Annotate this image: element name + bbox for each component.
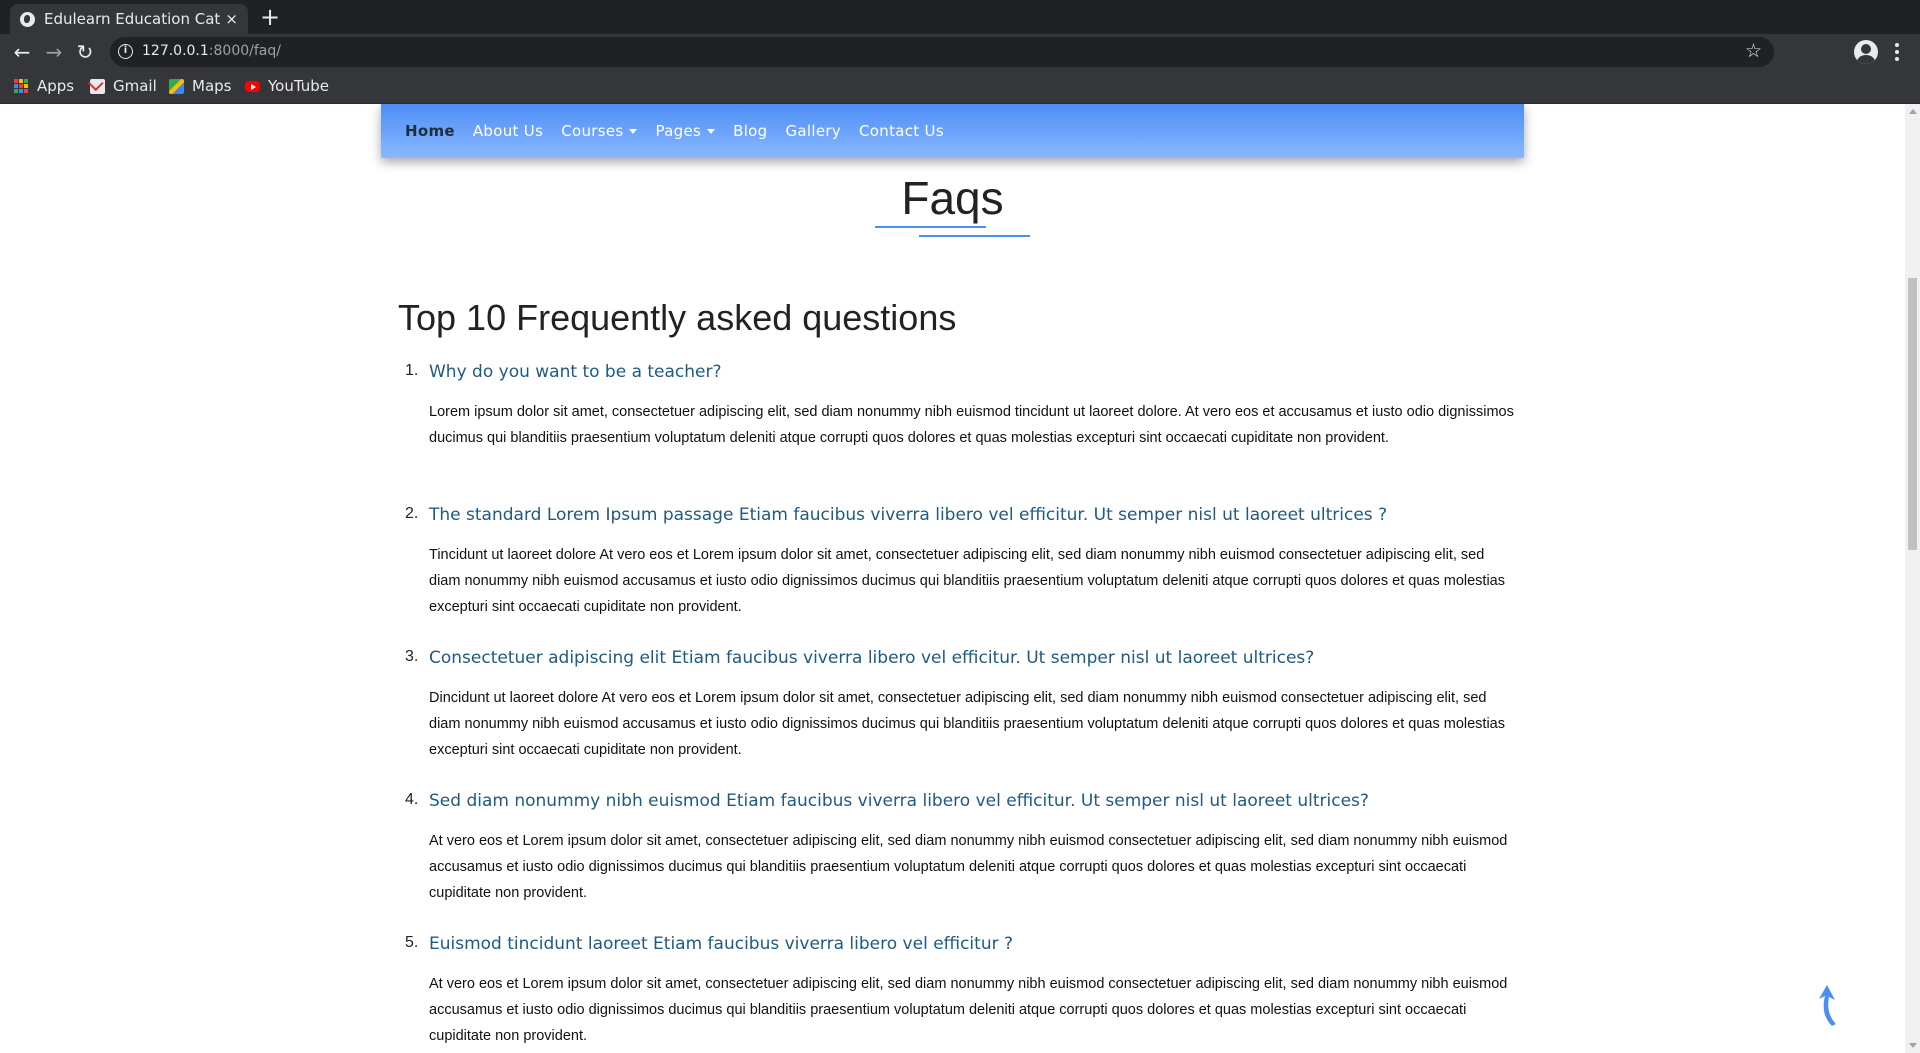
- tab-title: Edulearn Education Categ: [44, 10, 222, 28]
- faq-answer: Lorem ipsum dolor sit amet, consectetuer…: [429, 404, 1514, 446]
- faq-item: 2. The standard Lorem Ipsum passage Etia…: [398, 503, 1528, 646]
- scroll-up-arrow-icon[interactable]: [1909, 109, 1917, 114]
- faq-number: 1.: [405, 362, 419, 379]
- bookmark-label: YouTube: [268, 77, 329, 95]
- new-tab-button[interactable]: +: [260, 3, 280, 31]
- nav-pages-label: Pages: [655, 122, 702, 140]
- caret-down-icon: [707, 129, 716, 134]
- browser-tab-strip: Edulearn Education Categ × +: [0, 0, 1920, 34]
- bookmark-maps[interactable]: Maps: [169, 77, 231, 95]
- faq-number: 4.: [405, 791, 419, 808]
- kebab-menu-icon[interactable]: [1892, 41, 1902, 63]
- bookmark-youtube[interactable]: YouTube: [245, 77, 329, 95]
- title-underline-decoration: [919, 235, 1030, 237]
- caret-down-icon: [629, 129, 638, 134]
- title-underline-decoration: [875, 226, 986, 228]
- forward-arrow-icon[interactable]: →: [41, 39, 67, 65]
- tab-close-button[interactable]: ×: [225, 10, 238, 28]
- bookmark-label: Gmail: [113, 77, 157, 95]
- address-bar[interactable]: i 127.0.0.1:8000/faq/ ☆: [110, 37, 1774, 67]
- faq-item: 1. Why do you want to be a teacher? Lore…: [398, 360, 1528, 503]
- reload-icon[interactable]: ↻: [72, 39, 98, 65]
- faq-item: 4. Sed diam nonummy nibh euismod Etiam f…: [398, 789, 1528, 932]
- faq-question: Why do you want to be a teacher?: [429, 362, 722, 382]
- nav-courses-label: Courses: [561, 122, 624, 140]
- bookmark-label: Maps: [192, 77, 232, 95]
- globe-icon: [20, 11, 35, 27]
- page-title: Faqs: [901, 172, 1004, 224]
- bookmark-gmail[interactable]: Gmail: [90, 77, 157, 95]
- url-host: 127.0.0.1: [142, 43, 209, 59]
- faq-question: Sed diam nonummy nibh euismod Etiam fauc…: [429, 791, 1369, 811]
- bookmark-apps[interactable]: Apps: [14, 77, 74, 95]
- page-viewport: Home About Us Courses Pages Blog Gallery…: [0, 104, 1905, 1053]
- faq-question: Euismod tincidunt laoreet Etiam faucibus…: [429, 934, 1014, 954]
- bookmarks-bar: Apps Gmail Maps YouTube: [0, 70, 1920, 104]
- faq-list: 1. Why do you want to be a teacher? Lore…: [398, 360, 1528, 1053]
- youtube-icon: [245, 80, 260, 92]
- main-navbar: Home About Us Courses Pages Blog Gallery…: [381, 104, 1524, 158]
- nav-courses[interactable]: Courses: [561, 122, 638, 140]
- faq-question: The standard Lorem Ipsum passage Etiam f…: [429, 505, 1388, 525]
- back-arrow-icon[interactable]: ←: [9, 39, 35, 65]
- nav-home[interactable]: Home: [405, 122, 455, 140]
- faq-answer: Dincidunt ut laoreet dolore At vero eos …: [429, 690, 1505, 758]
- profile-avatar-icon[interactable]: [1854, 40, 1878, 64]
- faq-item: 3. Consectetuer adipiscing elit Etiam fa…: [398, 646, 1528, 789]
- url-path: :8000/faq/: [208, 43, 281, 59]
- page-scrollbar[interactable]: [1905, 104, 1920, 1053]
- faq-number: 3.: [405, 648, 419, 665]
- gmail-icon: [90, 78, 105, 94]
- curved-arrow-up-icon: [1819, 985, 1836, 1026]
- browser-toolbar: ← → ↻ i 127.0.0.1:8000/faq/ ☆: [0, 34, 1920, 70]
- back-to-top-button[interactable]: [1810, 984, 1846, 1028]
- faq-number: 5.: [405, 934, 419, 951]
- nav-about-us[interactable]: About Us: [473, 122, 543, 140]
- faq-answer: At vero eos et Lorem ipsum dolor sit ame…: [429, 976, 1508, 1044]
- nav-gallery[interactable]: Gallery: [785, 122, 841, 140]
- maps-icon: [169, 78, 184, 94]
- apps-icon: [14, 78, 29, 94]
- faq-number: 2.: [405, 505, 419, 522]
- faq-answer: At vero eos et Lorem ipsum dolor sit ame…: [429, 833, 1508, 901]
- scroll-down-arrow-icon[interactable]: [1909, 1043, 1917, 1048]
- faq-section-heading: Top 10 Frequently asked questions: [398, 297, 957, 338]
- scrollbar-thumb[interactable]: [1908, 278, 1917, 550]
- browser-tab[interactable]: Edulearn Education Categ ×: [10, 4, 248, 34]
- faq-question: Consectetuer adipiscing elit Etiam fauci…: [429, 648, 1315, 668]
- nav-pages[interactable]: Pages: [655, 122, 716, 140]
- info-icon[interactable]: i: [118, 44, 133, 59]
- bookmark-label: Apps: [37, 77, 75, 95]
- nav-contact-us[interactable]: Contact Us: [859, 122, 944, 140]
- bookmark-star-icon[interactable]: ☆: [1745, 40, 1762, 62]
- url-text[interactable]: 127.0.0.1:8000/faq/: [142, 43, 281, 59]
- nav-blog[interactable]: Blog: [733, 122, 767, 140]
- faq-answer: Tincidunt ut laoreet dolore At vero eos …: [429, 547, 1505, 615]
- faq-item: 5. Euismod tincidunt laoreet Etiam fauci…: [398, 932, 1528, 1053]
